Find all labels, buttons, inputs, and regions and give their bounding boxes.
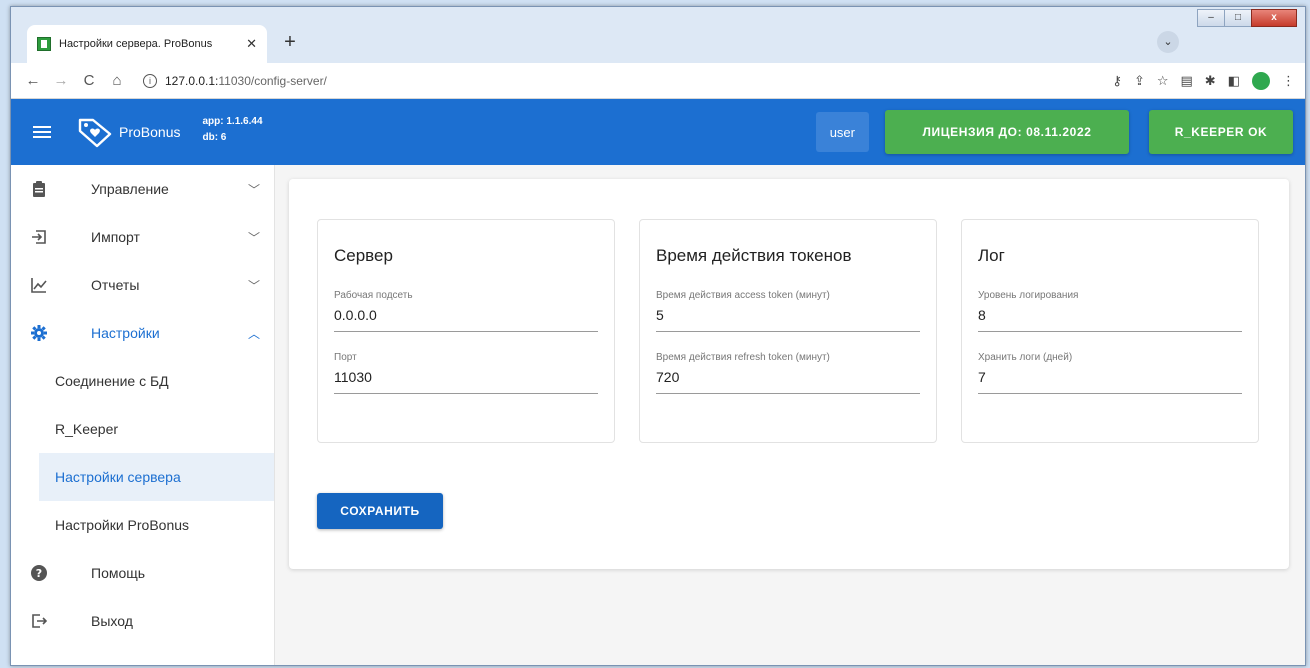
url-path: 11030/config-server/	[218, 73, 327, 88]
header-actions: user ЛИЦЕНЗИЯ ДО: 08.11.2022 R_KEEPER OK	[815, 110, 1305, 154]
field-label: Уровень логирования	[978, 290, 1079, 301]
card-title: Лог	[978, 246, 1005, 265]
save-button[interactable]: СОХРАНИТЬ	[317, 493, 443, 529]
back-icon[interactable]: ←	[21, 72, 45, 89]
rkeeper-status-button[interactable]: R_KEEPER OK	[1149, 110, 1293, 154]
reader-icon[interactable]: ▤	[1181, 73, 1193, 89]
license-button[interactable]: ЛИЦЕНЗИЯ ДО: 08.11.2022	[885, 110, 1129, 154]
app-version: app: 1.1.6.44	[202, 116, 263, 127]
log-level-field[interactable]: Уровень логирования 8	[978, 290, 1242, 332]
sidebar-item-label: Импорт	[91, 229, 140, 245]
sidebar-item-label: Настройки	[91, 325, 160, 341]
url-host: 127.0.0.1:	[165, 73, 219, 88]
log-level-input[interactable]: 8	[978, 307, 1242, 332]
server-card: Сервер Рабочая подсеть 0.0.0.0 Порт 1103…	[317, 219, 615, 443]
menu-dots-icon[interactable]: ⋮	[1282, 73, 1295, 89]
tag-heart-icon	[78, 118, 112, 148]
extensions-icon[interactable]: ✱	[1205, 73, 1216, 89]
chevron-down-icon: ﹀	[247, 278, 260, 293]
sidebar-item-management[interactable]: Управление ﹀	[11, 165, 274, 213]
window-controls: – □ x	[1197, 9, 1297, 27]
field-label: Время действия refresh token (минут)	[656, 352, 830, 363]
forward-icon[interactable]: →	[49, 72, 73, 89]
new-tab-button[interactable]: +	[277, 29, 303, 55]
sidebar-item-settings[interactable]: Настройки ︿	[11, 309, 274, 357]
menu-icon[interactable]	[33, 123, 51, 141]
sidebar-item-label: Отчеты	[91, 277, 140, 293]
chevron-down-icon: ﹀	[247, 230, 260, 245]
clipboard-icon	[29, 181, 49, 197]
sidebar-item-logout[interactable]: Выход	[11, 597, 274, 645]
tab-search-icon[interactable]: ⌄	[1157, 31, 1179, 53]
close-window-icon[interactable]: x	[1251, 9, 1297, 27]
main-content: Сервер Рабочая подсеть 0.0.0.0 Порт 1103…	[275, 165, 1305, 665]
side-panel-icon[interactable]: ◧	[1228, 73, 1240, 89]
field-label: Время действия access token (минут)	[656, 290, 830, 301]
subnet-field[interactable]: Рабочая подсеть 0.0.0.0	[334, 290, 598, 332]
browser-toolbar: ⚷ ⇪ ☆ ▤ ✱ ◧ ⋮	[1112, 71, 1295, 90]
app-logo: ProBonus	[77, 116, 180, 148]
chevron-up-icon: ︿	[247, 326, 260, 341]
maximize-icon[interactable]: □	[1224, 9, 1252, 27]
refresh-token-input[interactable]: 720	[656, 369, 920, 394]
svg-text:?: ?	[36, 567, 42, 580]
sidebar-item-label: Управление	[91, 181, 169, 197]
profile-avatar[interactable]	[1252, 71, 1270, 90]
tab-title: Настройки сервера. ProBonus	[59, 38, 213, 50]
logout-icon	[29, 613, 49, 629]
sidebar-subitem-rkeeper[interactable]: R_Keeper	[11, 405, 274, 453]
help-icon: ?	[29, 565, 49, 581]
browser-titlebar: Настройки сервера. ProBonus ✕ + ⌄ – □ x	[11, 7, 1305, 63]
browser-window: Настройки сервера. ProBonus ✕ + ⌄ – □ x …	[10, 6, 1306, 666]
app-name: ProBonus	[119, 124, 181, 140]
gear-icon	[29, 325, 49, 341]
sidebar-item-import[interactable]: Импорт ﹀	[11, 213, 274, 261]
reload-icon[interactable]: C	[77, 72, 101, 89]
field-label: Рабочая подсеть	[334, 290, 413, 301]
port-input[interactable]: 11030	[334, 369, 598, 394]
browser-tab[interactable]: Настройки сервера. ProBonus ✕	[27, 25, 267, 63]
sidebar-subitem-db-connection[interactable]: Соединение с БД	[11, 357, 274, 405]
sidebar-item-label: Выход	[91, 613, 133, 629]
field-label: Порт	[334, 352, 357, 363]
minimize-icon[interactable]: –	[1197, 9, 1225, 27]
sidebar-subitem-server-settings[interactable]: Настройки сервера	[39, 453, 274, 501]
access-token-field[interactable]: Время действия access token (минут) 5	[656, 290, 920, 332]
sidebar-item-help[interactable]: ? Помощь	[11, 549, 274, 597]
card-title: Время действия токенов	[656, 246, 852, 265]
sidebar-item-label: Помощь	[91, 565, 146, 581]
sidebar: Управление ﹀ Импорт ﹀ Отчеты ﹀ Настройки…	[11, 165, 275, 665]
log-card: Лог Уровень логирования 8 Хранить логи (…	[961, 219, 1259, 443]
site-info-icon[interactable]: i	[143, 73, 157, 88]
import-icon	[29, 229, 49, 245]
tab-close-icon[interactable]: ✕	[246, 36, 257, 52]
key-icon[interactable]: ⚷	[1112, 73, 1122, 89]
favicon-icon	[37, 37, 51, 51]
chart-icon	[29, 277, 49, 293]
version-info: app: 1.1.6.44 db: 6	[202, 114, 262, 146]
bookmark-star-icon[interactable]: ☆	[1157, 73, 1169, 89]
share-icon[interactable]: ⇪	[1134, 73, 1145, 89]
subnet-input[interactable]: 0.0.0.0	[334, 307, 598, 332]
url-field[interactable]: i 127.0.0.1: 11030/config-server/	[143, 68, 1023, 94]
sidebar-subitem-probonus-settings[interactable]: Настройки ProBonus	[11, 501, 274, 549]
db-version: db: 6	[202, 132, 227, 143]
log-retention-field[interactable]: Хранить логи (дней) 7	[978, 352, 1242, 394]
port-field[interactable]: Порт 11030	[334, 352, 598, 394]
refresh-token-field[interactable]: Время действия refresh token (минут) 720	[656, 352, 920, 394]
sidebar-item-reports[interactable]: Отчеты ﹀	[11, 261, 274, 309]
field-label: Хранить логи (дней)	[978, 352, 1073, 363]
card-title: Сервер	[334, 246, 393, 265]
log-retention-input[interactable]: 7	[978, 369, 1242, 394]
settings-panel: Сервер Рабочая подсеть 0.0.0.0 Порт 1103…	[289, 179, 1289, 569]
address-bar: ← → C ⌂ i 127.0.0.1: 11030/config-server/…	[11, 63, 1305, 99]
access-token-input[interactable]: 5	[656, 307, 920, 332]
chevron-down-icon: ﹀	[247, 182, 260, 197]
home-icon[interactable]: ⌂	[105, 72, 129, 89]
tokens-card: Время действия токенов Время действия ac…	[639, 219, 937, 443]
app-header: ProBonus app: 1.1.6.44 db: 6 user ЛИЦЕНЗ…	[11, 99, 1305, 165]
user-button[interactable]: user	[815, 112, 869, 152]
